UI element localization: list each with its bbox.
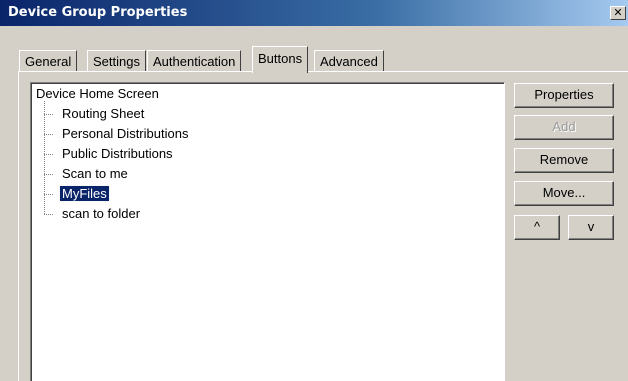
add-button[interactable]: Add [514, 115, 614, 140]
move-down-button[interactable]: v [568, 215, 614, 240]
tree-branch-line [44, 214, 53, 215]
tab-label: Settings [93, 54, 140, 69]
title-bar[interactable]: Device Group Properties ✕ [0, 0, 628, 26]
tab-settings[interactable]: Settings [87, 50, 146, 72]
move-button[interactable]: Move... [514, 181, 614, 206]
tab-general[interactable]: General [19, 50, 78, 72]
tree-item-label: Scan to me [62, 166, 128, 181]
device-group-properties-dialog: Device Group Properties ✕ General Settin… [0, 0, 628, 381]
tree-item-label: Routing Sheet [62, 106, 145, 121]
tree-branch-line [44, 114, 53, 115]
tab-advanced[interactable]: Advanced [314, 50, 384, 72]
tab-buttons[interactable]: Buttons [252, 46, 309, 73]
tab-label: Advanced [320, 54, 378, 69]
tree-branch-line [44, 174, 53, 175]
tab-label: Authentication [153, 54, 236, 69]
tree-branch-line [44, 194, 53, 195]
tree-item-label: Personal Distributions [62, 126, 189, 141]
tree-connector-line [44, 101, 45, 214]
tree-item-label: Public Distributions [62, 146, 173, 161]
tab-label: General [25, 54, 72, 69]
properties-button[interactable]: Properties [514, 83, 614, 108]
remove-button[interactable]: Remove [514, 148, 614, 173]
tree-branch-line [44, 154, 53, 155]
tree-item-label: MyFiles [59, 185, 110, 202]
close-button[interactable]: ✕ [610, 6, 626, 20]
tree-root-node[interactable]: Device Home Screen [36, 86, 159, 101]
move-up-button[interactable]: ^ [514, 215, 560, 240]
button-tree-view[interactable]: Device Home Screen Routing Sheet Persona… [30, 82, 505, 381]
tab-authentication[interactable]: Authentication [147, 50, 242, 72]
tab-label: Buttons [258, 51, 303, 66]
close-icon: ✕ [613, 6, 623, 19]
tree-branch-line [44, 134, 53, 135]
tree-item-label: scan to folder [62, 206, 141, 221]
window-title: Device Group Properties [8, 5, 188, 20]
